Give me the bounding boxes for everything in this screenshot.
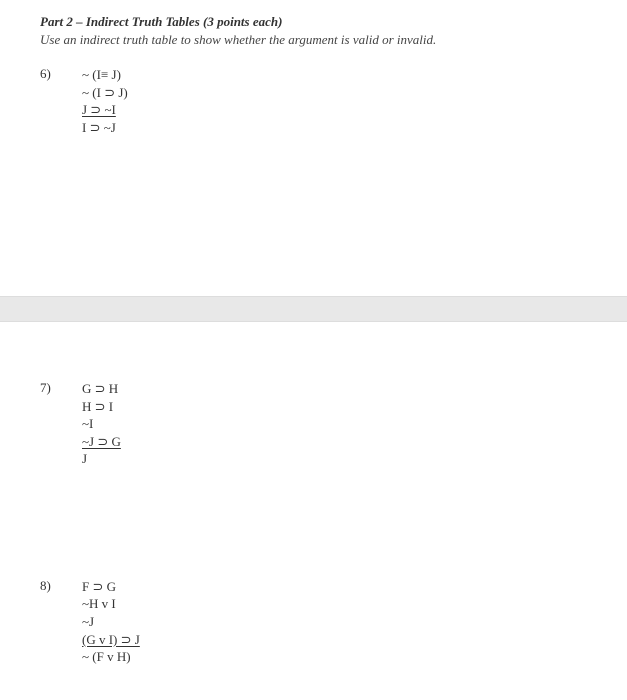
premise-line: F ⊃ G: [82, 578, 140, 596]
problem-8: 8) F ⊃ G ~H v I ~J (G v I) ⊃ J ~ (F v H): [40, 578, 587, 666]
premise-block: G ⊃ H H ⊃ I ~I ~J ⊃ G J: [82, 380, 121, 468]
conclusion-line: ~ (F v H): [82, 648, 140, 666]
premise-line: G ⊃ H: [82, 380, 121, 398]
premise-line-last: ~J ⊃ G: [82, 433, 121, 451]
premise-line: ~I: [82, 415, 121, 433]
premise-line-last: J ⊃ ~I: [82, 101, 128, 119]
premise-line: ~ (I ⊃ J): [82, 84, 128, 102]
problem-7: 7) G ⊃ H H ⊃ I ~I ~J ⊃ G J: [40, 380, 587, 468]
problem-number: 8): [40, 578, 82, 594]
problem-number: 6): [40, 66, 82, 82]
page-container: Part 2 – Indirect Truth Tables (3 points…: [0, 0, 627, 686]
instruction-text: Use an indirect truth table to show whet…: [40, 32, 587, 48]
premise-line: H ⊃ I: [82, 398, 121, 416]
conclusion-line: J: [82, 450, 121, 468]
premise-block: ~ (I≡ J) ~ (I ⊃ J) J ⊃ ~I I ⊃ ~J: [82, 66, 128, 136]
separator-band: [0, 296, 627, 322]
premise-line-last: (G v I) ⊃ J: [82, 631, 140, 649]
problem-number: 7): [40, 380, 82, 396]
problem-row: 6) ~ (I≡ J) ~ (I ⊃ J) J ⊃ ~I I ⊃ ~J: [40, 66, 587, 136]
problem-row: 7) G ⊃ H H ⊃ I ~I ~J ⊃ G J: [40, 380, 587, 468]
problem-row: 8) F ⊃ G ~H v I ~J (G v I) ⊃ J ~ (F v H): [40, 578, 587, 666]
problem-6: 6) ~ (I≡ J) ~ (I ⊃ J) J ⊃ ~I I ⊃ ~J: [40, 66, 587, 136]
part-title: Part 2 – Indirect Truth Tables (3 points…: [40, 14, 587, 30]
premise-block: F ⊃ G ~H v I ~J (G v I) ⊃ J ~ (F v H): [82, 578, 140, 666]
part-title-text: Part 2 – Indirect Truth Tables (3 points…: [40, 14, 282, 29]
premise-line: ~ (I≡ J): [82, 66, 128, 84]
premise-line: ~H v I: [82, 595, 140, 613]
section-header: Part 2 – Indirect Truth Tables (3 points…: [40, 14, 587, 48]
conclusion-line: I ⊃ ~J: [82, 119, 128, 137]
premise-line: ~J: [82, 613, 140, 631]
